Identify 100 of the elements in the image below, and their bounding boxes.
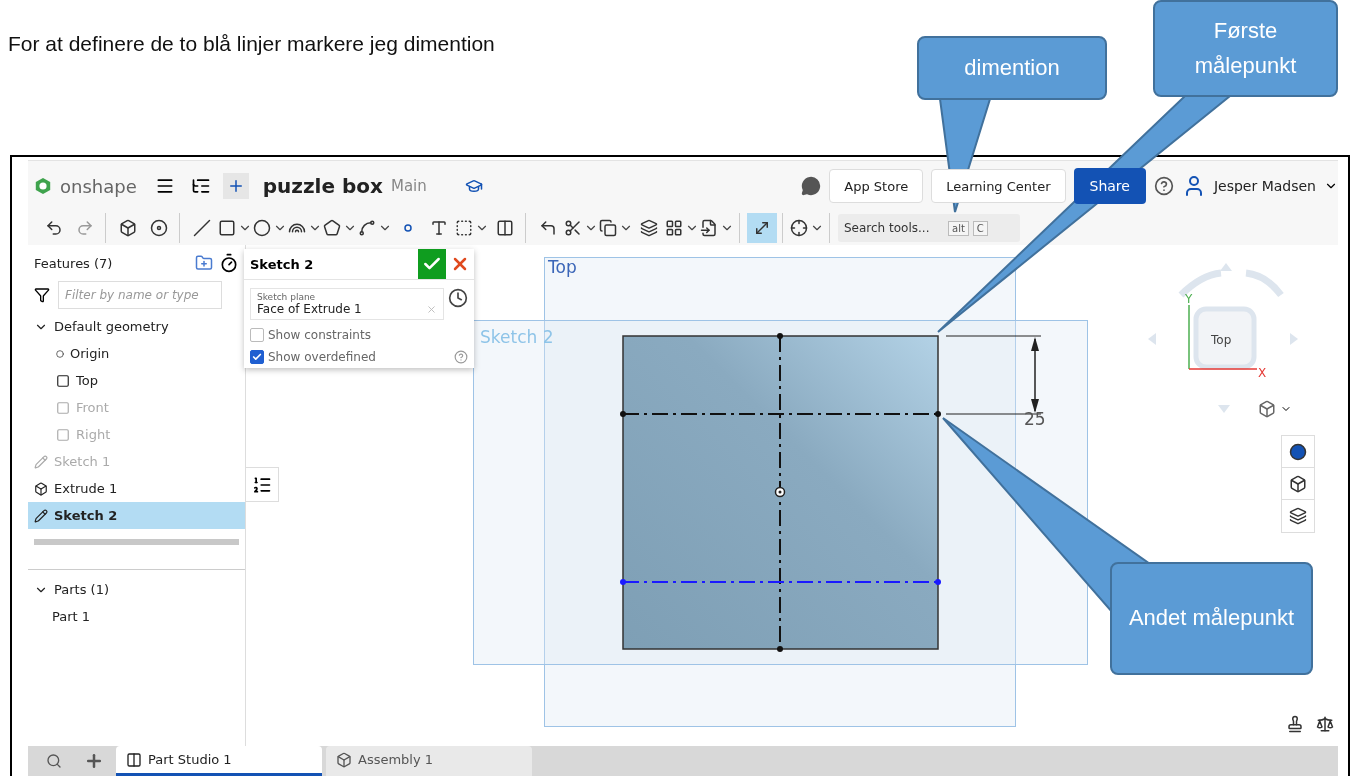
branch-name: Main: [390, 177, 427, 195]
diagonal-arrow-icon: [753, 219, 771, 237]
checkbox[interactable]: [250, 350, 264, 364]
feature-item[interactable]: Extrude 1: [28, 475, 245, 502]
header-button[interactable]: App Store: [829, 169, 924, 203]
feature-label: Front: [76, 400, 109, 415]
axis-label: X: [1258, 366, 1267, 380]
callout: Første målepunkt: [1153, 0, 1338, 97]
search-input[interactable]: Search tools...: [844, 221, 944, 235]
pencil-icon: [34, 508, 48, 523]
dimension-value[interactable]: 25: [1024, 409, 1046, 429]
cube-icon: [1289, 474, 1307, 493]
folder-plus-icon[interactable]: [195, 254, 213, 272]
scroll-bar[interactable]: [34, 539, 239, 545]
tool-button[interactable]: [747, 213, 777, 243]
timer-icon[interactable]: [219, 253, 239, 273]
search-icon: [46, 753, 62, 769]
plane-icon: [56, 427, 70, 442]
logo-icon: [34, 177, 52, 195]
header-button[interactable]: Learning Center: [931, 169, 1066, 203]
scissors-icon: [564, 219, 582, 237]
cube-icon[interactable]: [1258, 400, 1276, 418]
feature-label: Sketch 1: [54, 454, 111, 469]
checkbox-label: Show overdefined: [268, 350, 376, 364]
plus-icon: [84, 751, 104, 771]
feature-item[interactable]: Origin: [28, 340, 245, 367]
feature-item[interactable]: Sketch 2: [28, 502, 245, 529]
feature-item[interactable]: Parts (1): [28, 576, 245, 603]
square-icon: [218, 219, 236, 237]
checkbox[interactable]: [250, 328, 264, 342]
selected-centerline[interactable]: [620, 579, 941, 585]
layers-icon: [640, 219, 658, 237]
crosshair-icon: [790, 219, 808, 237]
feature-label: Default geometry: [54, 319, 169, 334]
feature-item[interactable]: Top: [28, 367, 245, 394]
feature-label: Origin: [70, 346, 110, 361]
view-cube-drawing[interactable]: [1188, 304, 1258, 370]
circle-icon: [253, 219, 271, 237]
dashed-square-icon: [455, 219, 473, 237]
redo-icon: [76, 219, 94, 237]
plane-label: Top: [548, 257, 577, 277]
plane-label: Sketch 2: [480, 327, 554, 347]
feature-label: Parts (1): [54, 582, 109, 597]
disc-icon: [150, 219, 168, 237]
copy-icon: [599, 219, 617, 237]
help-icon[interactable]: [1153, 176, 1174, 196]
dialog-title: Sketch 2: [250, 256, 315, 272]
stamp-icon[interactable]: [1286, 715, 1304, 733]
filter-icon[interactable]: [34, 287, 50, 303]
brand-name: onshape: [60, 175, 137, 197]
columns-icon: [126, 751, 142, 768]
field-value: Face of Extrude 1: [257, 302, 362, 316]
sketch-plane-field[interactable]: Sketch plane Face of Extrude 1: [250, 288, 444, 320]
field-label: Sketch plane: [257, 292, 317, 302]
scale-icon[interactable]: [1316, 715, 1334, 733]
feature-label: Extrude 1: [54, 481, 118, 496]
user-name[interactable]: Jesper Madsen: [1213, 178, 1316, 194]
feature-item[interactable]: Part 1: [28, 603, 245, 630]
plane-icon: [56, 400, 70, 415]
origin-icon: [56, 349, 64, 358]
line-icon: [193, 219, 211, 237]
callout: Andet målepunkt: [1110, 562, 1313, 675]
view-cube-face[interactable]: Top: [1211, 333, 1232, 347]
pentagon-icon: [323, 219, 341, 237]
list-tree-icon[interactable]: [190, 176, 211, 196]
text-icon: [430, 219, 448, 237]
cube-icon: [336, 751, 352, 768]
filter-field[interactable]: Filter by name or type: [58, 281, 222, 309]
pencil-icon: [34, 454, 48, 469]
layers-icon: [1289, 507, 1307, 525]
origin-icon: [774, 486, 786, 498]
search-field[interactable]: Search tools... alt C: [838, 214, 1020, 242]
point-icon: [404, 224, 412, 232]
checkbox-label: Show constraints: [268, 328, 371, 342]
chat-icon[interactable]: [801, 176, 822, 196]
cube-icon: [34, 481, 48, 496]
axis-label: Y: [1185, 292, 1193, 306]
spline-icon: [358, 219, 376, 237]
undo-icon: [45, 219, 63, 237]
panel-title: Features (7): [34, 255, 114, 271]
share-button[interactable]: Share: [1073, 168, 1146, 204]
accept-button[interactable]: [418, 249, 446, 279]
document-tab[interactable]: Part Studio 1: [116, 746, 322, 776]
clock-icon[interactable]: [448, 288, 468, 308]
plane-icon: [56, 373, 70, 388]
caption-text: For at definere de to blå linjer markere jeg dimention: [8, 32, 495, 56]
shortcut-key: alt: [948, 220, 969, 236]
graduation-cap-icon[interactable]: [464, 177, 483, 195]
feature-label: Right: [76, 427, 111, 442]
columns-icon: [496, 219, 514, 237]
document-title: puzzle box: [262, 174, 383, 198]
feature-item[interactable]: Default geometry: [28, 313, 245, 340]
shortcut-key: C: [972, 220, 988, 236]
feature-label: Part 1: [52, 609, 91, 624]
file-icon: [700, 219, 718, 237]
callout: dimention: [917, 36, 1107, 100]
document-tab[interactable]: Assembly 1: [326, 746, 532, 776]
feature-label: Top: [76, 373, 98, 388]
list-button[interactable]: [246, 467, 279, 502]
feature-label: Sketch 2: [54, 508, 118, 523]
